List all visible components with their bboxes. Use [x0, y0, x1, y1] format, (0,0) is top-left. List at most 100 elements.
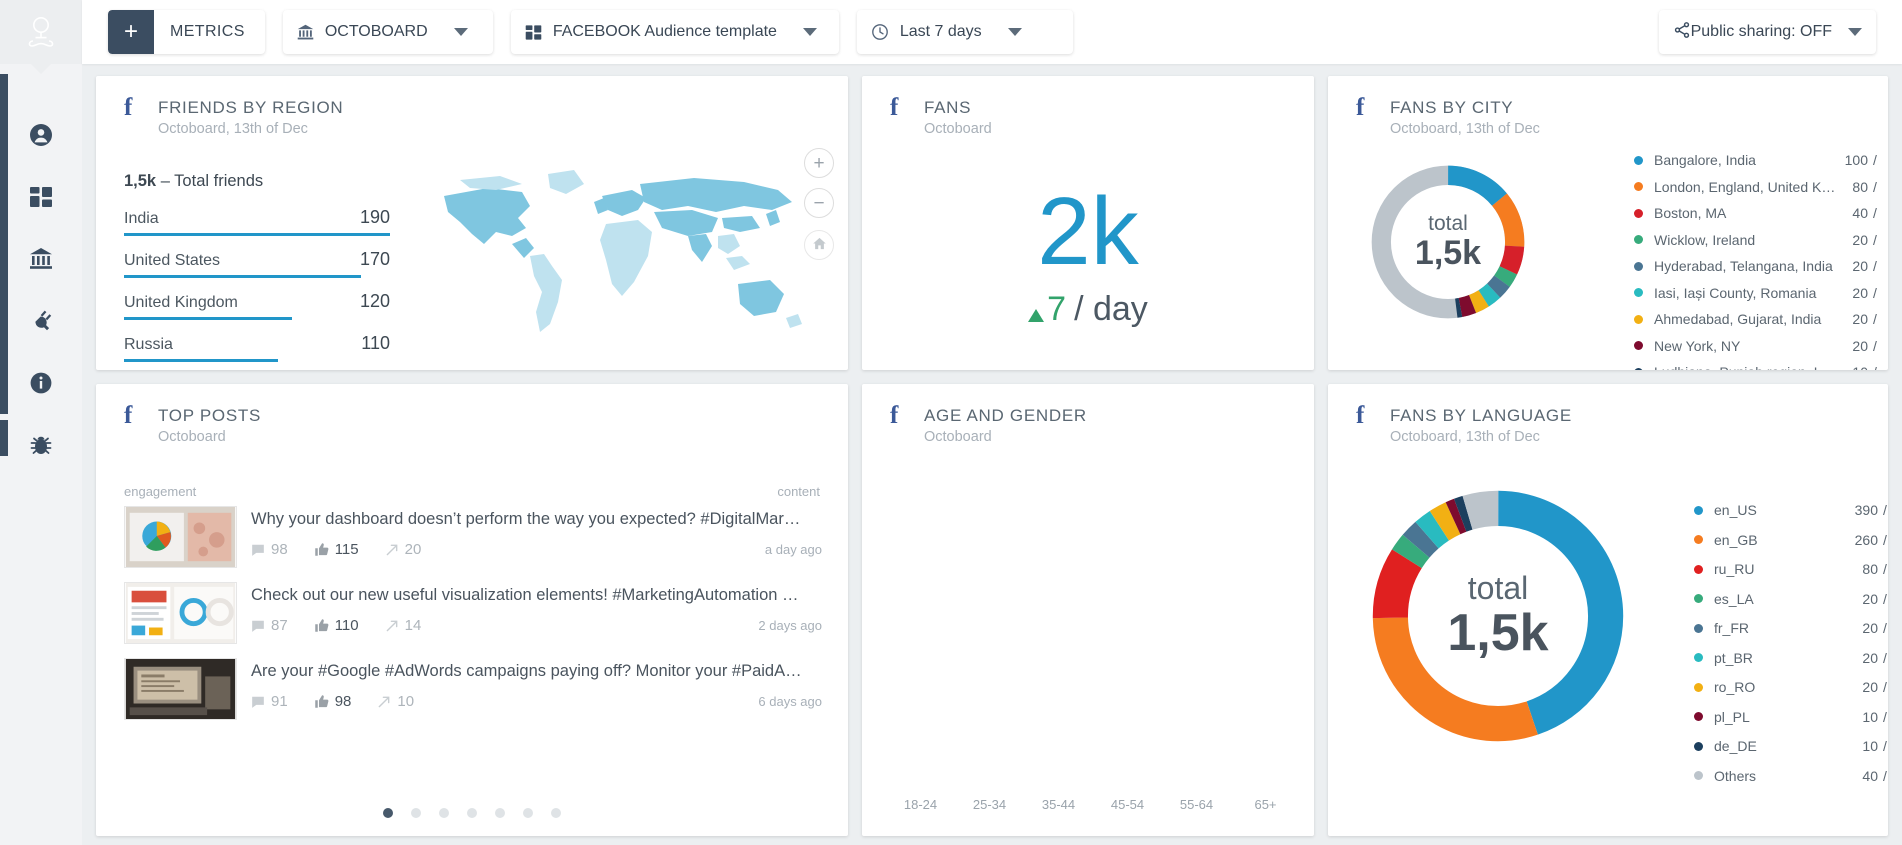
post-comments: 87 [251, 617, 288, 634]
sidebar-item-dashboards[interactable] [0, 166, 82, 228]
pagination-dot[interactable] [439, 808, 449, 818]
widget-fans-by-language: f FANS BY LANGUAGE Octoboard, 13th of De… [1328, 384, 1888, 836]
legend-percent: 14% [1882, 152, 1889, 168]
chevron-down-icon [802, 28, 817, 36]
dashboard-app: + METRICS OCTOBOARD FACEBOOK Audience te… [0, 0, 1902, 845]
legend-label: Bangalore, India [1654, 152, 1756, 168]
world-map-svg [444, 170, 802, 332]
clock-icon [871, 23, 889, 41]
sidebar-item-account[interactable] [0, 104, 82, 166]
pagination-dot[interactable] [467, 808, 477, 818]
sidebar-item-billing[interactable] [0, 228, 82, 290]
pagination-dot[interactable] [551, 808, 561, 818]
legend-separator: / [1883, 649, 1887, 666]
legend-color-dot [1694, 741, 1703, 751]
legend-row: Hyderabad, Telangana, India 20 / 3% [1634, 258, 1888, 274]
legend-value: 40 [1852, 205, 1868, 221]
add-metrics-button[interactable]: + METRICS [108, 10, 265, 54]
pagination-dot[interactable] [411, 808, 421, 818]
region-value: 110 [361, 333, 390, 353]
legend-separator: / [1868, 364, 1882, 370]
post-thumbnail[interactable] [124, 658, 237, 720]
widget-title: FRIENDS BY REGION [158, 98, 344, 117]
legend-separator: / [1883, 738, 1887, 754]
region-name: United States [124, 252, 221, 269]
world-map[interactable] [426, 162, 826, 352]
region-row: India 190 [124, 207, 390, 236]
legend-row: en_GB260/30% [1694, 532, 1888, 548]
legend-value: 80 [1852, 178, 1868, 195]
post-shares: 20 [385, 541, 421, 558]
region-bar [124, 317, 292, 320]
map-zoom-out-button[interactable]: − [804, 188, 834, 218]
comment-icon [252, 696, 264, 708]
share-arrow-icon [386, 620, 397, 631]
widget-header: f FRIENDS BY REGION Octoboard, 13th of D… [96, 76, 848, 137]
legend-label: Ludhiana, Punjab region, India [1654, 364, 1836, 370]
share-arrow-icon [379, 696, 390, 707]
total-friends-line: 1,5k – Total friends [124, 172, 390, 191]
legend-label: en_GB [1714, 531, 1758, 548]
legend-label: ro_RO [1714, 679, 1756, 695]
post-item[interactable]: Check out our new useful visualization e… [124, 582, 822, 644]
bank-icon [297, 24, 314, 41]
donut-center: total 1,5k [1360, 154, 1536, 330]
account-selector[interactable]: OCTOBOARD [282, 10, 493, 54]
fans-rate: 7 / day [1028, 290, 1148, 329]
legend-label: Boston, MA [1654, 205, 1727, 221]
sidebar-item-integrations[interactable] [0, 290, 82, 352]
map-home-button[interactable] [804, 230, 834, 260]
legend-row: Bangalore, India 100 / 14% [1634, 152, 1888, 168]
widget-subtitle: Octoboard [924, 429, 992, 445]
legend-value: 20 [1862, 590, 1878, 607]
date-range-selector[interactable]: Last 7 days [856, 10, 1073, 54]
post-item[interactable]: Why your dashboard doesn’t perform the w… [124, 506, 822, 568]
post-item[interactable]: Are your #Google #AdWords campaigns payi… [124, 658, 822, 720]
legend-separator: / [1873, 258, 1877, 274]
pagination-dot[interactable] [523, 808, 533, 818]
region-name: Russia [124, 336, 173, 353]
bug-icon [29, 433, 53, 457]
language-legend: en_US390/45%en_GB260/30%ru_RU80/9%es_LA2… [1694, 502, 1888, 797]
legend-separator: / [1883, 767, 1887, 784]
legend-separator: / [1883, 679, 1887, 695]
octoboard-logo[interactable] [0, 0, 82, 74]
template-selector[interactable]: FACEBOOK Audience template [510, 10, 839, 54]
fans-kpi: 2k 7 / day [862, 184, 1314, 329]
dashboard-grid-icon [29, 185, 53, 209]
widget-title: AGE AND GENDER [924, 406, 1087, 425]
city-legend: Bangalore, India 100 / 14% London, England, … [1634, 152, 1888, 370]
total-friends-value: 1,5k [124, 172, 157, 190]
donut-center: total 1,5k [1356, 474, 1640, 758]
public-sharing-toggle[interactable]: Public sharing: OFF [1658, 10, 1876, 54]
legend-label: Hyderabad, Telangana, India [1654, 258, 1833, 274]
legend-percent: 3% [1882, 285, 1888, 301]
post-thumbnail[interactable] [124, 506, 237, 568]
sidebar-item-support[interactable] [0, 414, 82, 476]
dashboard-grid-icon [525, 24, 542, 41]
donut-center-value: 1,5k [1414, 233, 1482, 272]
pagination-dot[interactable] [495, 808, 505, 818]
map-zoom-in-button[interactable]: + [804, 148, 834, 178]
legend-color-dot [1694, 682, 1703, 692]
legend-label: fr_FR [1714, 620, 1749, 636]
legend-percent: 6% [1882, 205, 1888, 221]
widget-fans-by-city: f FANS BY CITY Octoboard, 13th of Dec to… [1328, 76, 1888, 370]
pagination-dot[interactable] [383, 808, 393, 818]
post-thumbnail[interactable] [124, 582, 237, 644]
post-text: Are your #Google #AdWords campaigns payi… [251, 662, 802, 680]
post-shares: 10 [377, 693, 414, 710]
dashboard-row-1: f FRIENDS BY REGION Octoboard, 13th of D… [96, 76, 1888, 370]
legend-separator: / [1883, 590, 1887, 607]
legend-separator: / [1873, 152, 1877, 168]
post-comments: 98 [251, 541, 288, 558]
share-arrow-icon [386, 544, 397, 555]
legend-percent: 3% [1882, 311, 1888, 327]
sidebar-item-info[interactable] [0, 352, 82, 414]
legend-percent: 3% [1882, 258, 1888, 274]
thumbs-up-icon [314, 619, 329, 632]
legend-row: pl_PL10/1% [1694, 709, 1888, 725]
legend-color-dot [1634, 367, 1643, 370]
post-timestamp: 2 days ago [758, 618, 822, 633]
left-sidebar [0, 0, 82, 845]
